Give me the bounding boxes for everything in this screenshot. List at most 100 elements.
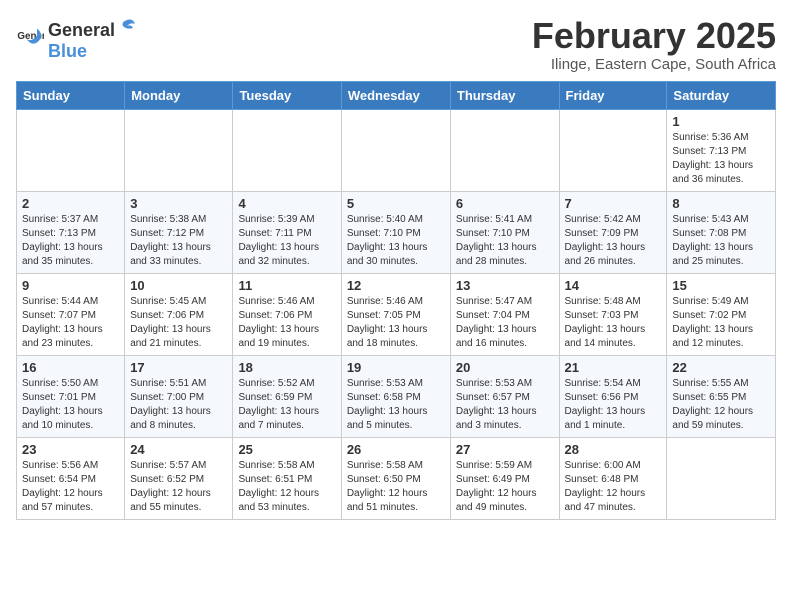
logo-general: General: [48, 20, 115, 41]
calendar-cell: 5 Sunrise: 5:40 AM Sunset: 7:10 PM Daylig…: [341, 191, 450, 273]
day-number: 18: [238, 360, 335, 375]
calendar-cell: 7Sunrise: 5:42 AM Sunset: 7:09 PM Daylig…: [559, 191, 667, 273]
day-info: Sunrise: 5:46 AM Sunset: 7:05 PM Dayligh…: [347, 295, 445, 351]
day-number: 12: [347, 278, 445, 293]
week-row-4: 16 Sunrise: 5:50 AM Sunset: 7:01 PM Dayli…: [17, 355, 776, 437]
day-info: Sunrise: 5:36 AM Sunset: 7:13 PM Dayligh…: [672, 131, 770, 187]
day-number: 6: [456, 196, 554, 211]
calendar-cell: 21Sunrise: 5:54 AM Sunset: 6:56 PM Dayli…: [559, 355, 667, 437]
day-number: 26: [347, 442, 445, 457]
day-number: 13: [456, 278, 554, 293]
day-info: Sunrise: 5:37 AM Sunset: 7:13 PM Dayligh…: [22, 213, 119, 269]
week-row-1: 1 Sunrise: 5:36 AM Sunset: 7:13 PM Daylig…: [17, 109, 776, 191]
day-info: Sunrise: 5:52 AM Sunset: 6:59 PM Dayligh…: [238, 377, 335, 433]
day-info: Sunrise: 5:43 AM Sunset: 7:08 PM Dayligh…: [672, 213, 770, 269]
calendar-cell: 1 Sunrise: 5:36 AM Sunset: 7:13 PM Daylig…: [667, 109, 776, 191]
calendar-cell: 4 Sunrise: 5:39 AM Sunset: 7:11 PM Daylig…: [233, 191, 341, 273]
day-info: Sunrise: 5:53 AM Sunset: 6:57 PM Dayligh…: [456, 377, 554, 433]
day-info: Sunrise: 5:55 AM Sunset: 6:55 PM Dayligh…: [672, 377, 770, 433]
calendar-cell: 28 Sunrise: 6:00 AM Sunset: 6:48 PM Dayli…: [559, 437, 667, 519]
calendar-cell: 25 Sunrise: 5:58 AM Sunset: 6:51 PM Dayli…: [233, 437, 341, 519]
day-number: 5: [347, 196, 445, 211]
day-number: 4: [238, 196, 335, 211]
day-info: Sunrise: 5:51 AM Sunset: 7:00 PM Dayligh…: [130, 377, 227, 433]
calendar-cell: 18 Sunrise: 5:52 AM Sunset: 6:59 PM Dayli…: [233, 355, 341, 437]
calendar-cell: [17, 109, 125, 191]
day-number: 22: [672, 360, 770, 375]
day-info: Sunrise: 5:56 AM Sunset: 6:54 PM Dayligh…: [22, 459, 119, 515]
calendar-cell: [233, 109, 341, 191]
day-number: 10: [130, 278, 227, 293]
day-number: 16: [22, 360, 119, 375]
calendar-cell: 2Sunrise: 5:37 AM Sunset: 7:13 PM Daylig…: [17, 191, 125, 273]
weekday-header-sunday: Sunday: [17, 81, 125, 109]
calendar-cell: 6 Sunrise: 5:41 AM Sunset: 7:10 PM Daylig…: [450, 191, 559, 273]
weekday-header-wednesday: Wednesday: [341, 81, 450, 109]
day-number: 21: [565, 360, 662, 375]
calendar-cell: 20 Sunrise: 5:53 AM Sunset: 6:57 PM Dayli…: [450, 355, 559, 437]
logo-bird-icon: [117, 16, 137, 36]
day-info: Sunrise: 5:53 AM Sunset: 6:58 PM Dayligh…: [347, 377, 445, 433]
weekday-header-monday: Monday: [125, 81, 233, 109]
subtitle: Ilinge, Eastern Cape, South Africa: [532, 56, 776, 73]
day-number: 1: [672, 114, 770, 129]
day-info: Sunrise: 5:50 AM Sunset: 7:01 PM Dayligh…: [22, 377, 119, 433]
weekday-header-saturday: Saturday: [667, 81, 776, 109]
day-info: Sunrise: 5:39 AM Sunset: 7:11 PM Dayligh…: [238, 213, 335, 269]
day-info: Sunrise: 5:41 AM Sunset: 7:10 PM Dayligh…: [456, 213, 554, 269]
day-number: 14: [565, 278, 662, 293]
week-row-2: 2Sunrise: 5:37 AM Sunset: 7:13 PM Daylig…: [17, 191, 776, 273]
day-number: 3: [130, 196, 227, 211]
week-row-3: 9 Sunrise: 5:44 AM Sunset: 7:07 PM Daylig…: [17, 273, 776, 355]
day-number: 24: [130, 442, 227, 457]
calendar-cell: 19 Sunrise: 5:53 AM Sunset: 6:58 PM Dayli…: [341, 355, 450, 437]
calendar-cell: 24 Sunrise: 5:57 AM Sunset: 6:52 PM Dayli…: [125, 437, 233, 519]
day-info: Sunrise: 5:45 AM Sunset: 7:06 PM Dayligh…: [130, 295, 227, 351]
day-info: Sunrise: 5:57 AM Sunset: 6:52 PM Dayligh…: [130, 459, 227, 515]
calendar-cell: 15Sunrise: 5:49 AM Sunset: 7:02 PM Dayli…: [667, 273, 776, 355]
weekday-header-row: SundayMondayTuesdayWednesdayThursdayFrid…: [17, 81, 776, 109]
calendar-cell: 14 Sunrise: 5:48 AM Sunset: 7:03 PM Dayli…: [559, 273, 667, 355]
main-title: February 2025: [532, 16, 776, 56]
day-info: Sunrise: 5:47 AM Sunset: 7:04 PM Dayligh…: [456, 295, 554, 351]
day-number: 19: [347, 360, 445, 375]
day-info: Sunrise: 5:48 AM Sunset: 7:03 PM Dayligh…: [565, 295, 662, 351]
calendar-cell: 3Sunrise: 5:38 AM Sunset: 7:12 PM Daylig…: [125, 191, 233, 273]
day-info: Sunrise: 6:00 AM Sunset: 6:48 PM Dayligh…: [565, 459, 662, 515]
day-info: Sunrise: 5:40 AM Sunset: 7:10 PM Dayligh…: [347, 213, 445, 269]
day-number: 23: [22, 442, 119, 457]
day-number: 28: [565, 442, 662, 457]
day-number: 20: [456, 360, 554, 375]
day-info: Sunrise: 5:46 AM Sunset: 7:06 PM Dayligh…: [238, 295, 335, 351]
weekday-header-friday: Friday: [559, 81, 667, 109]
weekday-header-thursday: Thursday: [450, 81, 559, 109]
day-number: 25: [238, 442, 335, 457]
logo-icon: General: [16, 25, 44, 53]
calendar-cell: [125, 109, 233, 191]
day-number: 7: [565, 196, 662, 211]
calendar-cell: 22 Sunrise: 5:55 AM Sunset: 6:55 PM Dayli…: [667, 355, 776, 437]
calendar-cell: 9 Sunrise: 5:44 AM Sunset: 7:07 PM Daylig…: [17, 273, 125, 355]
day-number: 11: [238, 278, 335, 293]
day-number: 17: [130, 360, 227, 375]
calendar-cell: 27Sunrise: 5:59 AM Sunset: 6:49 PM Dayli…: [450, 437, 559, 519]
week-row-5: 23 Sunrise: 5:56 AM Sunset: 6:54 PM Dayli…: [17, 437, 776, 519]
day-info: Sunrise: 5:59 AM Sunset: 6:49 PM Dayligh…: [456, 459, 554, 515]
logo: General General Blue: [16, 16, 139, 62]
calendar-cell: 26Sunrise: 5:58 AM Sunset: 6:50 PM Dayli…: [341, 437, 450, 519]
calendar-cell: 16 Sunrise: 5:50 AM Sunset: 7:01 PM Dayli…: [17, 355, 125, 437]
title-area: February 2025 Ilinge, Eastern Cape, Sout…: [532, 16, 776, 73]
calendar-cell: 13 Sunrise: 5:47 AM Sunset: 7:04 PM Dayli…: [450, 273, 559, 355]
calendar: SundayMondayTuesdayWednesdayThursdayFrid…: [16, 81, 776, 520]
header: General General Blue February 2025 Iling…: [16, 16, 776, 73]
calendar-cell: 10 Sunrise: 5:45 AM Sunset: 7:06 PM Dayli…: [125, 273, 233, 355]
day-number: 9: [22, 278, 119, 293]
calendar-cell: [559, 109, 667, 191]
calendar-cell: 23 Sunrise: 5:56 AM Sunset: 6:54 PM Dayli…: [17, 437, 125, 519]
day-info: Sunrise: 5:58 AM Sunset: 6:51 PM Dayligh…: [238, 459, 335, 515]
day-number: 15: [672, 278, 770, 293]
calendar-cell: [450, 109, 559, 191]
calendar-cell: 17 Sunrise: 5:51 AM Sunset: 7:00 PM Dayli…: [125, 355, 233, 437]
calendar-cell: 11 Sunrise: 5:46 AM Sunset: 7:06 PM Dayli…: [233, 273, 341, 355]
day-info: Sunrise: 5:44 AM Sunset: 7:07 PM Dayligh…: [22, 295, 119, 351]
